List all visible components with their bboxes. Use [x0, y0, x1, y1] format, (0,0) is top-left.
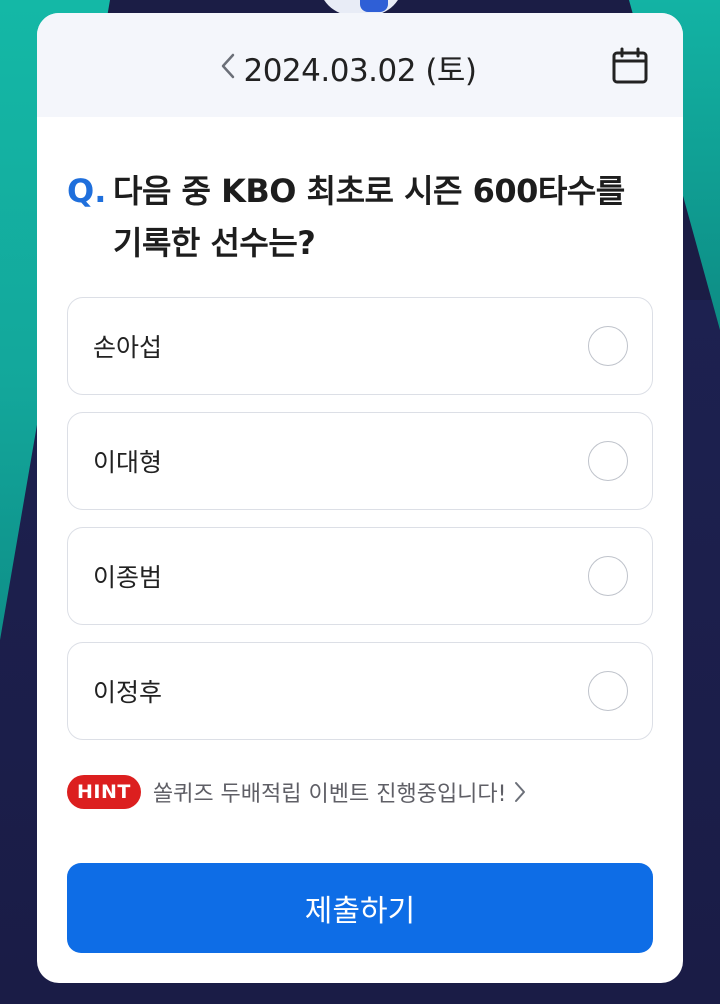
radio-circle-icon[interactable] [588, 671, 628, 711]
hint-link[interactable]: HINT 쏠퀴즈 두배적립 이벤트 진행중입니다! [67, 775, 526, 809]
date-header: 2024.03.02 (토) [37, 13, 683, 117]
answer-option-label: 손아섭 [93, 333, 163, 362]
question-prefix: Q. [67, 172, 107, 210]
answer-option-3[interactable]: 이종범 [67, 527, 653, 625]
answer-option-2[interactable]: 이대형 [67, 412, 653, 510]
question: Q. 다음 중 KBO 최초로 시즌 600타수를 기록한 선수는? [67, 165, 647, 269]
answer-option-label: 이대형 [93, 448, 163, 477]
radio-circle-icon[interactable] [588, 326, 628, 366]
submit-button[interactable]: 제출하기 [67, 863, 653, 953]
question-text: 다음 중 KBO 최초로 시즌 600타수를 기록한 선수는? [113, 172, 625, 262]
answer-option-4[interactable]: 이정후 [67, 642, 653, 740]
radio-circle-icon[interactable] [588, 556, 628, 596]
chevron-right-icon [514, 781, 526, 803]
answer-options: 손아섭 이대형 이종범 이정후 [67, 297, 653, 757]
calendar-icon [612, 47, 648, 84]
radio-circle-icon[interactable] [588, 441, 628, 481]
mascot-bow [360, 0, 388, 12]
answer-option-label: 이정후 [93, 678, 163, 707]
answer-option-label: 이종범 [93, 563, 163, 592]
calendar-button[interactable] [611, 47, 649, 85]
hint-text: 쏠퀴즈 두배적립 이벤트 진행중입니다! [152, 782, 507, 807]
quiz-card: 2024.03.02 (토) Q. 다음 중 KBO 최초로 시즌 600타수를… [37, 13, 683, 983]
hint-badge: HINT [67, 775, 141, 809]
answer-option-1[interactable]: 손아섭 [67, 297, 653, 395]
date-label: 2024.03.02 (토) [243, 53, 477, 89]
